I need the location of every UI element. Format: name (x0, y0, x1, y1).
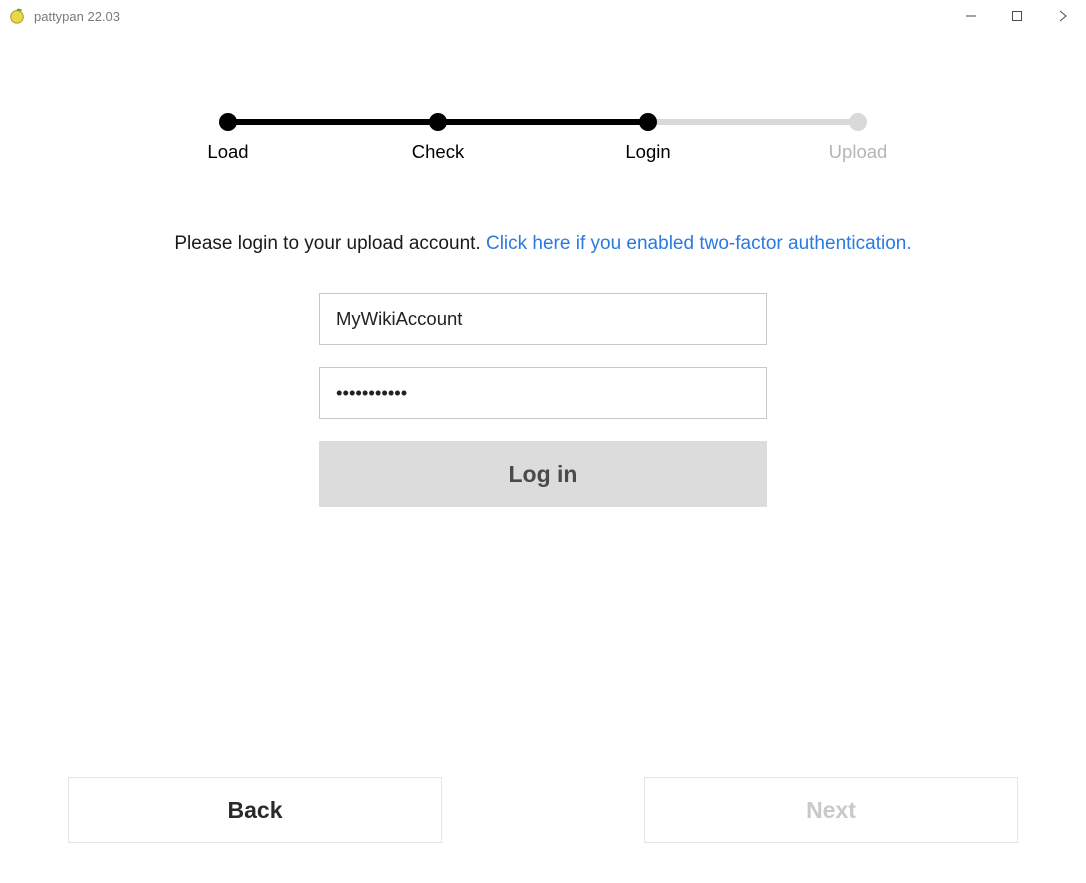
next-button[interactable]: Next (644, 777, 1018, 843)
step-dot-login (639, 113, 657, 131)
window-title: pattypan 22.03 (34, 9, 120, 24)
username-input[interactable] (319, 293, 767, 345)
password-input[interactable] (319, 367, 767, 419)
two-factor-link[interactable]: Click here if you enabled two-factor aut… (486, 233, 912, 254)
overflow-button[interactable] (1040, 0, 1086, 32)
minimize-button[interactable] (948, 0, 994, 32)
maximize-button[interactable] (994, 0, 1040, 32)
step-label-login: Login (625, 141, 670, 163)
window-controls (948, 0, 1086, 32)
step-label-check: Check (412, 141, 464, 163)
step-dot-load (219, 113, 237, 131)
bottom-nav: Back Next (0, 777, 1086, 843)
back-button[interactable]: Back (68, 777, 442, 843)
app-icon (8, 7, 26, 25)
progress-stepper: Load Check Login Upload (213, 95, 873, 155)
login-form: Log in (319, 293, 767, 507)
step-label-upload: Upload (829, 141, 888, 163)
login-button[interactable]: Log in (319, 441, 767, 507)
instruction-text: Please login to your upload account. (174, 233, 486, 254)
step-label-load: Load (207, 141, 248, 163)
step-dot-upload (849, 113, 867, 131)
step-dot-check (429, 113, 447, 131)
login-instruction: Please login to your upload account. Cli… (174, 233, 911, 255)
titlebar: pattypan 22.03 (0, 0, 1086, 32)
